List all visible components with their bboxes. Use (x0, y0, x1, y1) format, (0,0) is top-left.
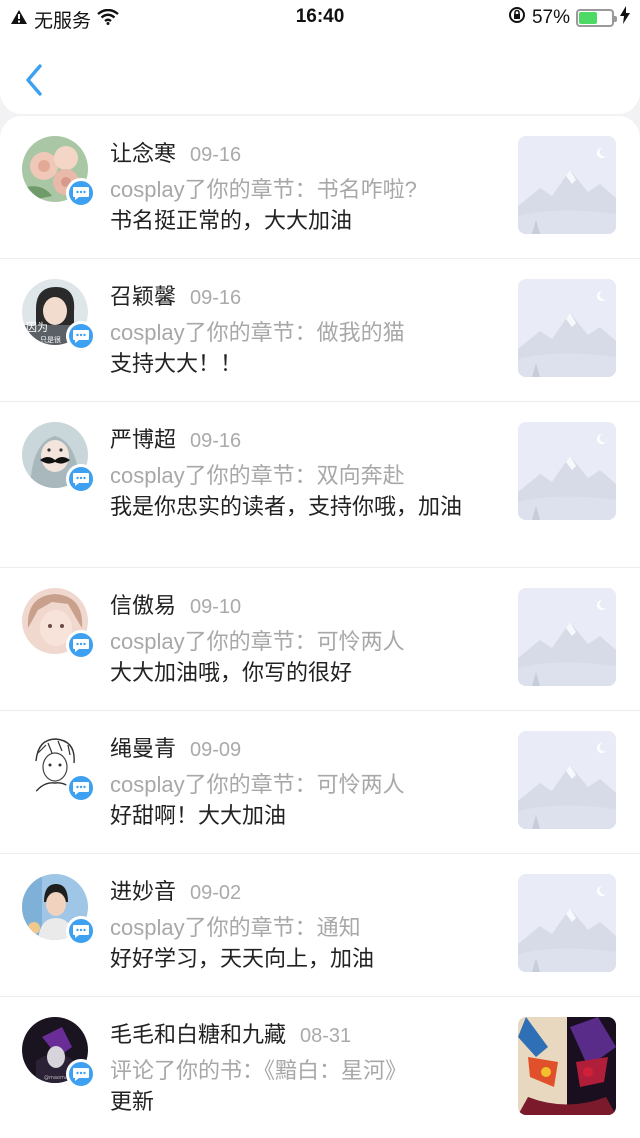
user-name[interactable]: 严博超 (110, 427, 176, 452)
image-placeholder[interactable] (518, 588, 616, 686)
battery-percent: 57% (531, 7, 570, 28)
action-text: cosplay了你的章节：可怜两人 (110, 772, 405, 797)
chat-bubble-icon (73, 925, 89, 938)
date: 09-09 (190, 739, 242, 761)
chat-bubble-icon (73, 187, 89, 200)
orientation-lock-icon (508, 6, 526, 30)
comment-text: 书名挺正常的，大大加油 (110, 208, 353, 233)
nav-bar (0, 34, 640, 114)
user-name-line: 绳曼青 09-09 (110, 731, 241, 763)
action-text: cosplay了你的章节：双向奔赴 (110, 463, 405, 488)
avatar-wrapper[interactable]: 因为 只是很 (22, 279, 96, 351)
avatar-wrapper[interactable] (22, 136, 96, 208)
comment-text: 我是你忠实的读者，支持你哦，加油 (110, 494, 463, 519)
svg-text:因为: 因为 (26, 321, 48, 334)
comment-badge (66, 630, 96, 660)
chat-bubble-icon (73, 639, 89, 652)
image-placeholder[interactable] (518, 279, 616, 377)
image-placeholder[interactable] (518, 731, 616, 829)
list-item[interactable]: 绳曼青 09-09 cosplay了你的章节：可怜两人 好甜啊！大大加油 (0, 711, 640, 854)
list-item[interactable]: 让念寒 09-16 cosplay了你的章节：书名咋啦? 书名挺正常的，大大加油 (0, 116, 640, 259)
comment-badge (66, 178, 96, 208)
charging-icon (620, 6, 630, 30)
action-text: 评论了你的书：《黯白：星河》 (110, 1058, 408, 1083)
user-name-line: 进妙音 09-02 (110, 874, 241, 906)
avatar-wrapper[interactable] (22, 874, 96, 946)
comment-text: 好甜啊！大大加油 (110, 803, 287, 828)
comment-badge (66, 1059, 96, 1089)
user-name-line: 召颖馨 09-16 (110, 279, 241, 311)
user-name-line: 信傲易 09-10 (110, 588, 241, 620)
comment-text: 好好学习，天天向上，加油 (110, 946, 375, 971)
list-item[interactable]: 信傲易 09-10 cosplay了你的章节：可怜两人 大大加油哦，你写的很好 (0, 568, 640, 711)
user-name-line: 让念寒 09-16 (110, 136, 241, 168)
user-name[interactable]: 信傲易 (110, 593, 176, 618)
comment-badge (66, 321, 96, 351)
avatar-wrapper[interactable] (22, 588, 96, 660)
comment-text: 大大加油哦，你写的很好 (110, 660, 353, 685)
back-button[interactable] (18, 60, 52, 100)
chat-bubble-icon (73, 473, 89, 486)
user-name-line: 毛毛和白糖和九藏 08-31 (110, 1017, 351, 1049)
svg-text:只是很: 只是很 (40, 335, 61, 344)
list-item[interactable]: @maomao 毛毛和白糖和九藏 08-31 评论了你的书：《黯白：星河》 更新 (0, 997, 640, 1138)
image-placeholder[interactable] (518, 874, 616, 972)
chat-bubble-icon (73, 330, 89, 343)
chat-bubble-icon (73, 1068, 89, 1081)
action-text: cosplay了你的章节：通知 (110, 915, 361, 940)
comment-text: 更新 (110, 1089, 155, 1114)
user-name[interactable]: 进妙音 (110, 879, 176, 904)
date: 09-16 (190, 144, 242, 166)
avatar-wrapper[interactable] (22, 731, 96, 803)
chevron-left-icon (26, 64, 42, 96)
date: 08-31 (300, 1025, 352, 1047)
user-name[interactable]: 召颖馨 (110, 284, 176, 309)
battery-level (579, 12, 598, 24)
image-placeholder[interactable] (518, 136, 616, 234)
avatar-wrapper[interactable]: @maomao (22, 1017, 96, 1089)
user-name[interactable]: 绳曼青 (110, 736, 176, 761)
list-item[interactable]: 严博超 09-16 cosplay了你的章节：双向奔赴我是你忠实的读者，支持你哦，加… (0, 402, 640, 568)
comment-badge (66, 464, 96, 494)
list-item[interactable]: 因为 只是很 召颖馨 09-16 cosplay了你的章节：做我的猫 支持大大！！ (0, 259, 640, 402)
image-placeholder[interactable] (518, 422, 616, 520)
user-name[interactable]: 让念寒 (110, 141, 176, 166)
status-bar: 无服务 16:40 57% (0, 0, 640, 34)
user-name-line: 严博超 09-16 (110, 422, 241, 454)
date: 09-10 (190, 596, 242, 618)
user-name[interactable]: 毛毛和白糖和九藏 (110, 1022, 286, 1047)
comment-badge (66, 916, 96, 946)
action-text: cosplay了你的章节：书名咋啦? (110, 177, 417, 202)
comment-text: 支持大大！！ (110, 351, 243, 376)
book-cover[interactable] (518, 1017, 616, 1115)
date: 09-02 (190, 882, 242, 904)
action-text: cosplay了你的章节：做我的猫 (110, 320, 405, 345)
action-text: cosplay了你的章节：可怜两人 (110, 629, 405, 654)
list-item[interactable]: 进妙音 09-02 cosplay了你的章节：通知 好好学习，天天向上，加油 (0, 854, 640, 997)
status-right: 57% (508, 6, 630, 30)
battery-icon (576, 9, 617, 27)
notification-list: 让念寒 09-16 cosplay了你的章节：书名咋啦? 书名挺正常的，大大加油因为只… (0, 116, 640, 1138)
avatar-wrapper[interactable] (22, 422, 96, 494)
comment-badge (66, 773, 96, 803)
date: 09-16 (190, 430, 242, 452)
date: 09-16 (190, 287, 242, 309)
chat-bubble-icon (73, 782, 89, 795)
